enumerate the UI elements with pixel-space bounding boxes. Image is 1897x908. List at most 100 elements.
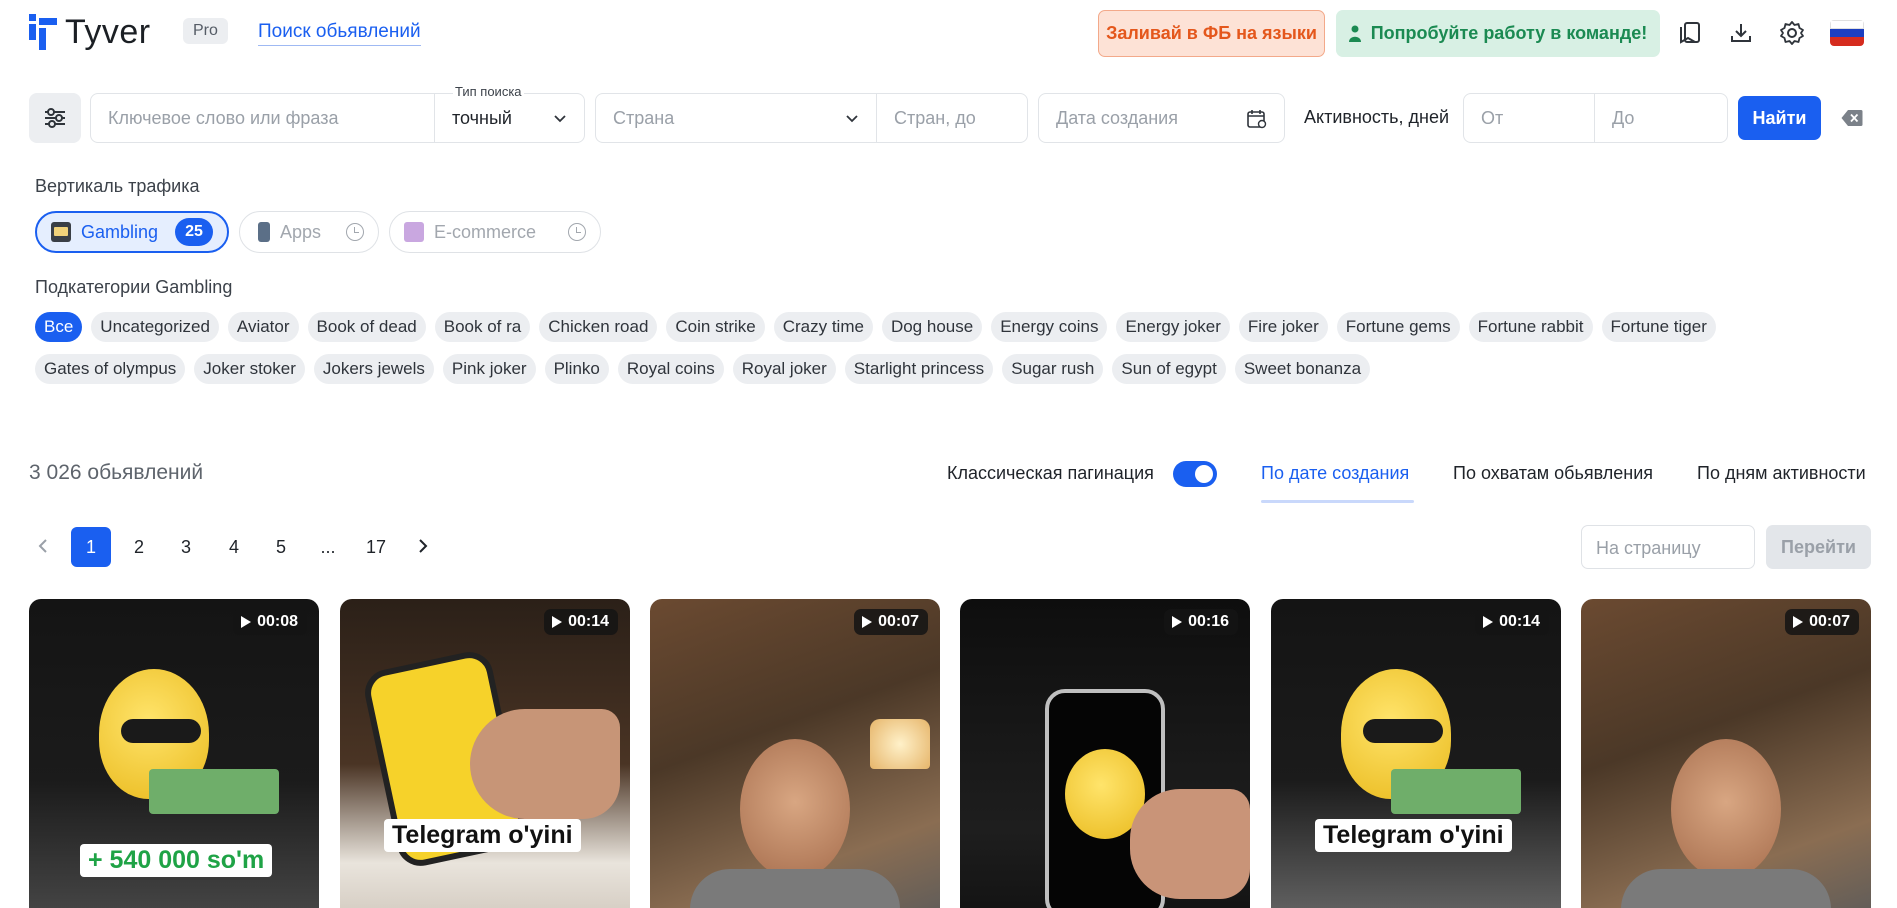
search-type-select[interactable]: Тип поиска точный [434, 84, 585, 143]
subcategory-pill[interactable]: Coin strike [666, 312, 765, 342]
subcategory-pill[interactable]: Pink joker [442, 354, 536, 384]
results-count: 3 026 обьявлений [29, 461, 204, 484]
activity-from-placeholder: От [1481, 108, 1504, 128]
vertical-chip-apps[interactable]: Apps [239, 211, 379, 253]
play-icon [241, 616, 252, 628]
go-button[interactable]: Перейти [1766, 525, 1871, 569]
clear-filters-icon[interactable] [1841, 109, 1863, 127]
sort-tab-reach[interactable]: По охватам обьявления [1453, 463, 1653, 484]
vertical-label: Apps [280, 221, 322, 242]
subcategory-pill[interactable]: Gates of olympus [35, 354, 186, 384]
hand-image [1130, 789, 1250, 899]
page-button[interactable]: 3 [166, 527, 206, 567]
download-icon[interactable] [1728, 20, 1754, 46]
countries-to-input[interactable]: Стран, до [876, 93, 1028, 143]
subcategory-pill[interactable]: Все [35, 312, 83, 342]
subcategory-pill[interactable]: Sun of egypt [1112, 354, 1226, 384]
sunglasses-image [1363, 719, 1443, 743]
money-stack-image [1391, 769, 1521, 814]
page-button[interactable]: 2 [119, 527, 159, 567]
team-trial-button[interactable]: Попробуйте работу в команде! [1336, 10, 1660, 57]
go-button-label: Перейти [1781, 536, 1856, 557]
phone-icon [258, 222, 270, 242]
bookmarks-icon[interactable] [1677, 20, 1703, 46]
chevron-left-icon[interactable] [36, 536, 50, 556]
per-page-placeholder: На страницу [1596, 538, 1701, 558]
duration-text: 00:16 [1188, 613, 1229, 630]
verticals-heading: Вертикаль трафика [35, 176, 200, 196]
page-button[interactable]: 17 [356, 527, 396, 567]
subcategory-pill[interactable]: Energy joker [1116, 312, 1230, 342]
calendar-icon[interactable] [1246, 108, 1268, 130]
shirt-image [1621, 869, 1831, 908]
ad-card[interactable]: 00:07 [650, 599, 940, 908]
activity-from-input[interactable]: От [1463, 93, 1595, 143]
nav-link-ad-search[interactable]: Поиск обьявлений [258, 21, 421, 46]
money-stack-image [149, 769, 279, 814]
subcategory-pill[interactable]: Uncategorized [91, 312, 219, 342]
video-duration-badge: 00:07 [1785, 609, 1859, 635]
subcategory-pill[interactable]: Fortune tiger [1601, 312, 1716, 342]
subcategory-pill[interactable]: Fortune rabbit [1468, 312, 1593, 342]
subcategory-pill[interactable]: Dog house [881, 312, 983, 342]
team-trial-label: Попробуйте работу в команде! [1370, 23, 1648, 43]
logo[interactable]: Tyver [29, 14, 151, 50]
subcategories-heading: Подкатегории Gambling [35, 277, 233, 297]
search-type-label: Тип поиска [453, 84, 524, 99]
subcategory-pill[interactable]: Aviator [227, 312, 299, 342]
chevron-right-icon[interactable] [416, 536, 430, 556]
subcategory-pill[interactable]: Royal coins [617, 354, 724, 384]
vertical-chip-ecommerce[interactable]: E-commerce [389, 211, 601, 253]
page-button[interactable]: 4 [214, 527, 254, 567]
ru-flag-icon[interactable] [1830, 20, 1864, 46]
subcategory-pill[interactable]: Jokers jewels [313, 354, 434, 384]
fb-languages-button[interactable]: Заливай в ФБ на языки [1098, 10, 1325, 57]
ad-card[interactable]: 00:16 [960, 599, 1250, 908]
subcategory-pill[interactable]: Sugar rush [1002, 354, 1104, 384]
ad-card[interactable]: + 540 000 so'm 00:08 [29, 599, 319, 908]
video-duration-badge: 00:07 [854, 609, 928, 635]
man-face-image [1671, 739, 1781, 879]
keyword-input[interactable]: Ключевое слово или фраза [90, 93, 435, 143]
subcategory-pill[interactable]: Plinko [544, 354, 609, 384]
vertical-chip-gambling[interactable]: Gambling 25 [35, 211, 229, 253]
fb-languages-label: Заливай в ФБ на языки [1106, 23, 1317, 43]
settings-icon[interactable] [1779, 20, 1805, 46]
vertical-label: Gambling [81, 221, 159, 242]
video-duration-badge: 00:16 [1164, 609, 1238, 635]
page-button[interactable]: 1 [71, 527, 111, 567]
classic-pagination-toggle[interactable] [1173, 461, 1217, 487]
classic-pagination-label: Классическая пагинация [947, 463, 1154, 483]
slot-machine-icon [51, 222, 71, 242]
subcategory-pill[interactable]: Book of dead [307, 312, 426, 342]
play-icon [1483, 616, 1494, 628]
ad-card[interactable]: Telegram o'yini 00:14 [340, 599, 630, 908]
find-button[interactable]: Найти [1738, 96, 1821, 140]
card-overlay-text: Telegram o'yini [1315, 819, 1512, 852]
subcategory-pill[interactable]: Starlight princess [844, 354, 994, 384]
ad-card[interactable]: 00:07 [1581, 599, 1871, 908]
filters-toggle-button[interactable] [29, 93, 81, 143]
country-select[interactable]: Страна [595, 93, 877, 143]
subcategory-pill[interactable]: Energy coins [991, 312, 1108, 342]
subcategory-pill[interactable]: Fortune gems [1336, 312, 1460, 342]
activity-to-input[interactable]: До [1594, 93, 1728, 143]
play-icon [1793, 616, 1804, 628]
subcategory-pill[interactable]: Chicken road [539, 312, 658, 342]
subcategory-pill[interactable]: Joker stoker [194, 354, 305, 384]
sort-tab-date[interactable]: По дате создания [1261, 463, 1409, 484]
subcategory-pill[interactable]: Sweet bonanza [1234, 354, 1371, 384]
shirt-image [690, 869, 900, 908]
subcategory-pill[interactable]: Royal joker [732, 354, 836, 384]
subcategory-pill[interactable]: Crazy time [773, 312, 873, 342]
date-created-input[interactable]: Дата создания [1038, 93, 1285, 143]
ad-card[interactable]: Telegram o'yini 00:14 [1271, 599, 1561, 908]
subcategory-pill[interactable]: Fire joker [1238, 312, 1328, 342]
subcategory-pill[interactable]: Book of ra [434, 312, 531, 342]
clock-icon [568, 223, 586, 241]
vertical-label: E-commerce [434, 221, 537, 242]
page-button[interactable]: 5 [261, 527, 301, 567]
duration-text: 00:08 [257, 613, 298, 630]
per-page-input[interactable]: На страницу [1581, 525, 1755, 569]
sort-tab-activity-days[interactable]: По дням активности [1697, 463, 1866, 484]
